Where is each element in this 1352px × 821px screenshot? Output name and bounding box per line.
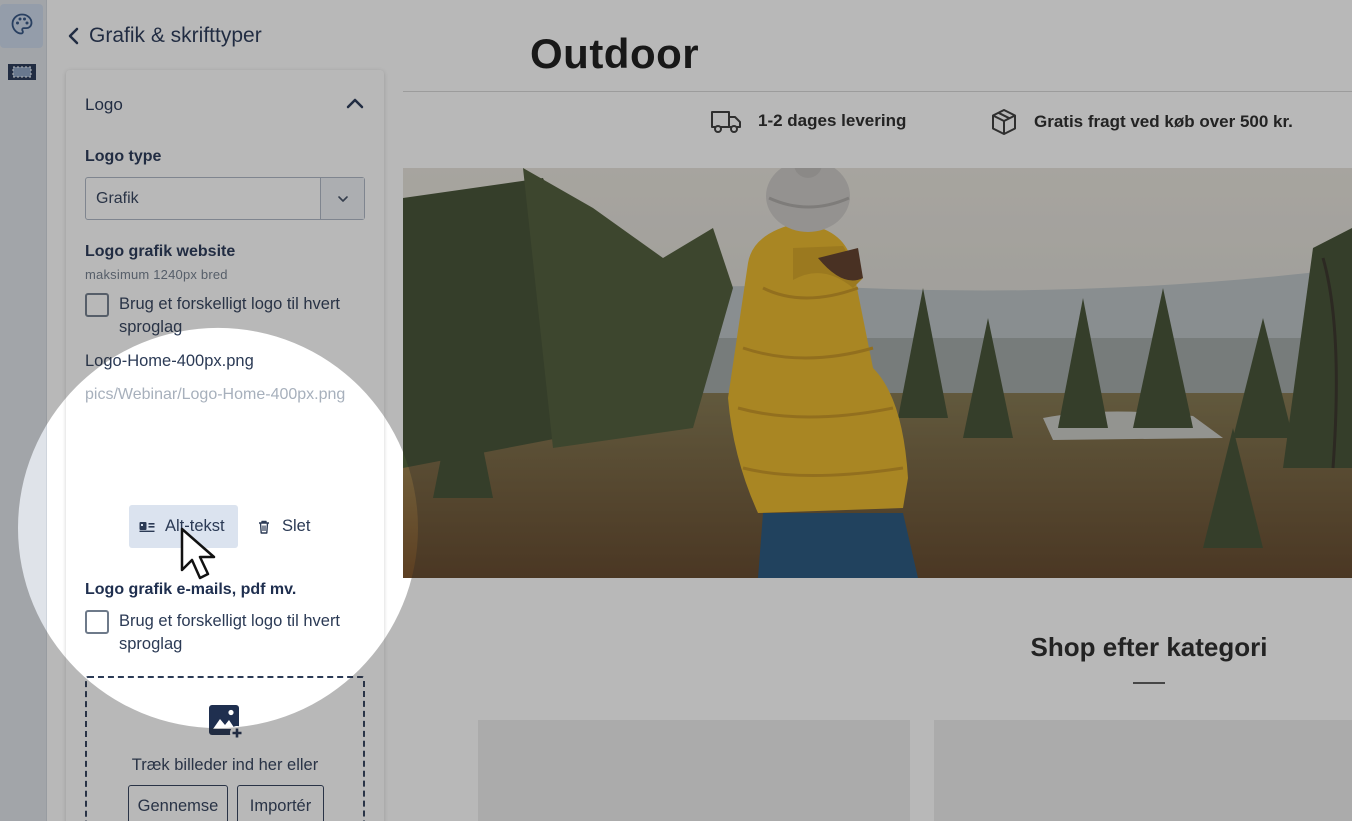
logo-emails-label: Logo grafik e-mails, pdf mv.	[85, 581, 297, 598]
alt-text-button[interactable]: Alt-tekst	[129, 505, 238, 548]
usp-delivery-text: 1-2 dages levering	[758, 111, 907, 130]
category-tile[interactable]	[478, 720, 910, 821]
alt-text-button-label: Alt-tekst	[165, 517, 225, 535]
logo-type-select[interactable]: Grafik	[85, 177, 365, 220]
logo-type-value: Grafik	[96, 190, 139, 207]
category-section-title: Shop efter kategori	[1030, 632, 1268, 662]
logo-website-hint: maksimum 1240px bred	[85, 267, 228, 282]
chevron-down-icon[interactable]	[320, 178, 364, 219]
delete-logo-button[interactable]: Slet	[256, 505, 326, 548]
import-button[interactable]: Importér	[237, 785, 324, 821]
dropzone-text: Træk billeder ind her eller	[131, 756, 319, 774]
logo-file-name: Logo-Home-400px.png	[85, 352, 254, 370]
add-image-icon	[208, 704, 244, 745]
logo-settings-card: Logo Logo type Grafik Logo grafik websit…	[66, 70, 384, 821]
hero-banner-image	[403, 168, 1352, 578]
settings-sidebar: Grafik & skrifttyper Logo Logo type Graf…	[47, 0, 403, 821]
trash-icon	[258, 520, 270, 534]
image-dropzone[interactable]: Træk billeder ind her eller Gennemse Imp…	[85, 676, 365, 821]
per-language-logo-option[interactable]: Brug et forskelligt logo til hvert sprog…	[85, 293, 365, 339]
usp-free-shipping: Gratis fragt ved køb over 500 kr.	[990, 108, 1293, 136]
logo-section-header[interactable]: Logo	[85, 95, 365, 115]
delete-logo-button-label: Slet	[282, 517, 311, 535]
layout-icon	[7, 63, 37, 86]
browse-button[interactable]: Gennemse	[128, 785, 228, 821]
logo-type-label: Logo type	[85, 148, 162, 165]
header-divider	[403, 91, 1352, 92]
chevron-up-icon[interactable]	[345, 96, 365, 115]
sidebar-title: Grafik & skrifttyper	[89, 24, 262, 47]
per-language-email-logo-option[interactable]: Brug et forskelligt logo til hvert sprog…	[85, 610, 365, 656]
box-icon	[990, 108, 1018, 136]
category-title-underline	[1133, 682, 1165, 684]
logo-file-path: pics/Webinar/Logo-Home-400px.png	[85, 386, 346, 403]
per-language-email-logo-label: Brug et forskelligt logo til hvert sprog…	[119, 612, 341, 653]
sidebar-header: Grafik & skrifttyper	[61, 20, 262, 52]
per-language-logo-checkbox[interactable]	[85, 293, 109, 317]
usp-free-shipping-text: Gratis fragt ved køb over 500 kr.	[1034, 112, 1293, 131]
usp-delivery: 1-2 dages levering	[710, 108, 906, 134]
chevron-left-icon[interactable]	[61, 22, 87, 50]
per-language-email-logo-checkbox[interactable]	[85, 610, 109, 634]
design-rail-button[interactable]	[0, 4, 43, 48]
left-rail	[0, 0, 47, 821]
palette-icon	[10, 12, 34, 41]
logo-website-label: Logo grafik website	[85, 243, 236, 260]
logo-section-title: Logo	[85, 95, 123, 114]
category-tile[interactable]	[934, 720, 1352, 821]
truck-icon	[710, 108, 742, 134]
per-language-logo-label: Brug et forskelligt logo til hvert sprog…	[119, 295, 341, 336]
store-preview: Outdoor 1-2 dages levering Gratis fragt …	[403, 0, 1352, 821]
alt-text-icon	[139, 521, 155, 533]
store-logo-text[interactable]: Outdoor	[530, 30, 699, 78]
layout-rail-button[interactable]	[0, 52, 43, 96]
